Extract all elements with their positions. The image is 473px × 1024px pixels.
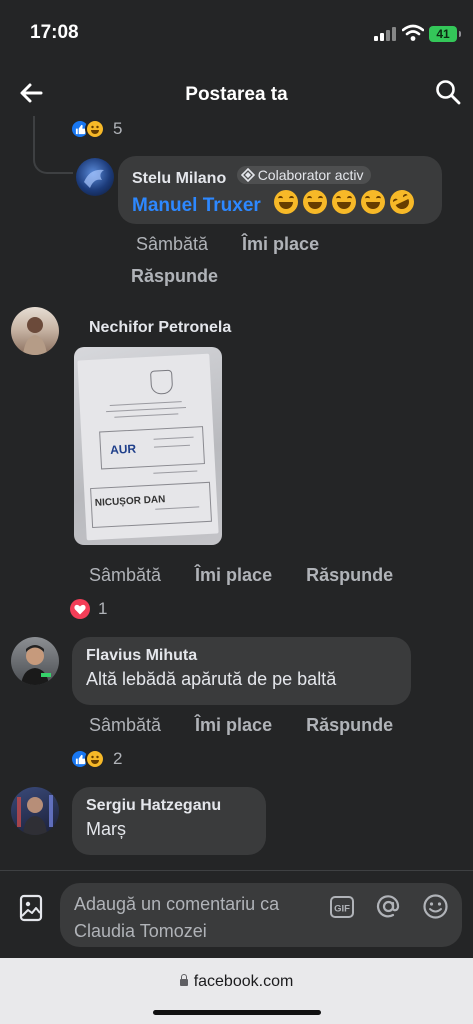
comment-image[interactable]: AUR NICUȘOR DAN [74,347,222,545]
status-bar: 17:08 41 [0,0,473,64]
comment-actions: Sâmbătă Îmi place Răspunde [89,565,393,586]
comment-time: Sâmbătă [89,565,162,585]
laughing-emoji-icon [273,190,298,214]
diamond-icon [240,168,255,182]
svg-text:GIF: GIF [334,903,350,914]
status-time: 17:08 [30,22,79,43]
mention-link[interactable]: Manuel Truxer [132,195,261,216]
signal-icon [374,27,398,41]
comment-author[interactable]: Sergiu Hatzeganu [86,797,252,815]
comment-actions: Sâmbătă Îmi place Răspunde [89,715,393,736]
avatar[interactable] [11,787,59,835]
emoji-icon[interactable] [422,893,449,920]
comment-author[interactable]: Stelu Milano [132,170,226,187]
comment-composer: Adaugă un comentariu ca Claudia Tomozei … [0,870,473,958]
comment-reactions[interactable]: 1 [70,598,107,620]
composer-icons: GIF [329,893,449,920]
comment-text: Marș [86,819,126,839]
reply-button[interactable]: Răspunde [306,715,393,736]
reply-button[interactable]: Răspunde [131,266,218,287]
comment-bubble[interactable]: Stelu Milano Colaborator activ Manuel Tr… [118,156,442,224]
reply-button[interactable]: Răspunde [306,565,393,586]
avatar[interactable] [11,637,59,685]
gif-icon[interactable]: GIF [329,894,355,920]
comment-bubble[interactable]: Sergiu Hatzeganu Marș [72,787,266,855]
avatar[interactable] [11,307,59,355]
url-bar[interactable]: facebook.com [0,973,473,991]
wifi-icon [402,24,424,41]
reply-reactions[interactable]: 5 [70,118,122,140]
page-title: Postarea ta [185,84,288,105]
image-icon[interactable] [16,893,46,923]
like-button[interactable]: Îmi place [242,234,319,255]
app-header: Postarea ta [0,64,473,120]
comment-author[interactable]: Nechifor Petronela [89,319,231,337]
grin-reaction-icon [85,119,105,139]
ballot-party-label: AUR [109,441,137,457]
comment-author[interactable]: Flavius Mihuta [86,647,397,665]
like-button[interactable]: Îmi place [195,565,272,586]
comment-time: Sâmbătă [136,234,209,254]
reaction-count: 5 [113,119,123,138]
laughing-emoji-icon [302,190,327,214]
comment-bubble[interactable]: Flavius Mihuta Altă lebădă apărută de pe… [72,637,411,705]
reaction-count: 1 [98,599,108,618]
emoji-row [273,186,418,218]
comment-reactions[interactable]: 2 [70,748,122,770]
laughing-emoji-icon [331,190,356,214]
avatar[interactable] [76,158,114,196]
ballot-paper: AUR NICUȘOR DAN [77,353,219,541]
reaction-count: 2 [113,749,123,768]
url-text: facebook.com [193,973,294,990]
browser-bar: facebook.com [0,958,473,1024]
status-badge: Colaborator activ [236,166,371,184]
battery-icon: 41 [429,26,461,42]
comment-actions: Sâmbătă Îmi place [136,234,319,255]
heart-reaction-icon [70,599,90,619]
mention-icon[interactable] [375,893,402,920]
comment-time: Sâmbătă [89,715,162,735]
comment-actions-row2: Răspunde [131,266,218,287]
home-indicator[interactable] [153,1010,321,1015]
grin-reaction-icon [85,749,105,769]
badge-label: Colaborator activ [257,167,364,183]
like-button[interactable]: Îmi place [195,715,272,736]
search-icon[interactable] [434,78,462,106]
comment-text: Altă lebădă apărută de pe baltă [86,669,337,689]
laughing-emoji-icon [360,190,385,214]
rofl-emoji-icon [385,186,418,218]
crest-icon [150,369,174,395]
reply-thread-line [33,116,73,174]
lock-icon [179,974,188,986]
comments-feed[interactable]: 5 Stelu Milano Colaborator activ Manuel … [0,116,473,870]
